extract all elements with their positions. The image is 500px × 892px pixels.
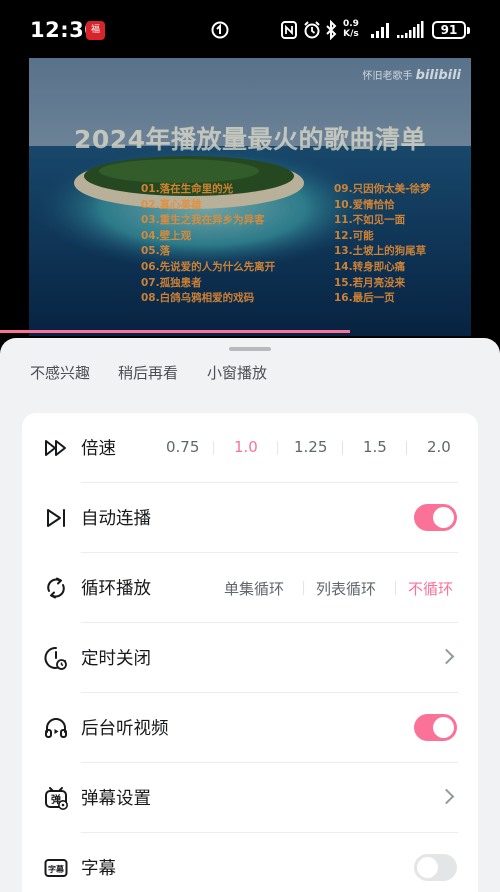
- loop-list-option[interactable]: 列表循环: [316, 578, 376, 599]
- song-list-item: 16.最后一页: [334, 292, 395, 305]
- song-list-item: 06.先说爱的人为什么先离开: [141, 260, 276, 273]
- sheet-drag-handle[interactable]: [229, 347, 271, 351]
- mini-window-button[interactable]: 小窗播放: [207, 362, 267, 383]
- song-list-item: 02.真心英雄: [141, 198, 202, 211]
- speed-option-1.5[interactable]: 1.5: [363, 438, 387, 456]
- battery-indicator: 91: [432, 21, 466, 39]
- row-autoplay: 自动连播: [22, 483, 478, 553]
- speed-option-1.25[interactable]: 1.25: [294, 438, 327, 456]
- video-frame[interactable]: 怀旧老歌手 bilibili 2024年播放量最火的歌曲清单 01.落在生命里的…: [29, 58, 471, 336]
- network-speed-value: 0.9: [343, 19, 359, 29]
- subtitle-label: 字幕: [81, 859, 116, 879]
- row-subtitle: 字幕 字幕: [22, 833, 478, 892]
- network-speed-unit: K/s: [343, 29, 359, 39]
- not-interested-button[interactable]: 不感兴趣: [30, 362, 90, 383]
- song-list-item: 07.孤独患者: [141, 276, 202, 289]
- loop-label: 循环播放: [81, 579, 151, 599]
- song-list-left: 01.落在生命里的光 02.真心英雄 03.重生之我在异乡为异客 04.壁上观 05.落…: [141, 182, 275, 307]
- song-list-item: 12.可能: [334, 229, 374, 242]
- status-bar: 12:30 福 0.9 K/s 91: [0, 0, 500, 58]
- loop-icon: [47, 577, 65, 599]
- video-player[interactable]: 怀旧老歌手 bilibili 2024年播放量最火的歌曲清单 01.落在生命里的…: [0, 58, 500, 338]
- divider: [342, 441, 343, 455]
- chevron-right-icon: [438, 648, 455, 665]
- song-list-item: 08.白鸽乌鸦相爱的戏码: [141, 292, 255, 305]
- sync-icon: [211, 21, 229, 39]
- loop-single-option[interactable]: 单集循环: [224, 578, 284, 599]
- video-overlay-title: 2024年播放量最火的歌曲清单: [73, 125, 427, 154]
- divider: [277, 441, 278, 455]
- song-list-item: 04.壁上观: [141, 229, 192, 242]
- subtitle-icon-text: 字幕: [48, 864, 65, 874]
- song-list-item: 05.落: [141, 245, 171, 258]
- song-list-item: 13.土坡上的狗尾草: [334, 245, 427, 258]
- alarm-icon: [304, 21, 320, 39]
- chevron-right-icon: [438, 788, 455, 805]
- loop-none-option[interactable]: 不循环: [408, 578, 453, 599]
- autoplay-label: 自动连播: [81, 509, 151, 529]
- subtitle-toggle[interactable]: [414, 854, 457, 881]
- watch-later-button[interactable]: 稍后再看: [118, 362, 178, 383]
- divider: [395, 581, 396, 595]
- divider: [406, 441, 407, 455]
- toggle-knob: [433, 717, 454, 738]
- speed-option-2.0[interactable]: 2.0: [427, 438, 451, 456]
- song-list-item: 01.落在生命里的光: [141, 183, 234, 195]
- song-list-right: 09.只因你太美-徐梦 10.爱情恰恰 11.不如见一面 12.可能 13.土坡上的狗尾…: [334, 182, 430, 307]
- toggle-knob: [433, 507, 454, 528]
- video-watermark: 怀旧老歌手 bilibili: [362, 67, 461, 83]
- fast-forward-icon: [45, 440, 66, 456]
- headphones-icon: [45, 718, 67, 738]
- video-progress-bar[interactable]: [0, 330, 350, 333]
- timer-clock-icon: [44, 646, 67, 670]
- watermark-uploader: 怀旧老歌手: [362, 71, 413, 82]
- row-danmaku-settings[interactable]: 弹 弹幕设置: [22, 763, 478, 833]
- skip-next-icon: [47, 509, 65, 527]
- background-play-label: 后台听视频: [81, 719, 169, 739]
- row-loop: 循环播放 单集循环 列表循环 不循环: [22, 553, 478, 623]
- song-list-item: 11.不如见一面: [334, 214, 406, 227]
- danmaku-settings-label: 弹幕设置: [81, 789, 151, 809]
- network-speed: 0.9 K/s: [343, 19, 359, 39]
- signal-icon-2: [397, 21, 424, 38]
- nfc-icon: [281, 21, 297, 39]
- song-list-item: 14.转身即心痛: [334, 260, 406, 273]
- divider: [303, 581, 304, 595]
- speed-label: 倍速: [81, 439, 116, 459]
- row-sleep-timer[interactable]: 定时关闭: [22, 623, 478, 693]
- row-playback-speed: 倍速 0.75 1.0 1.25 1.5 2.0: [22, 413, 478, 483]
- song-list-item: 10.爱情恰恰: [334, 198, 395, 211]
- song-list-item: 15.若月亮没来: [334, 276, 406, 289]
- app-notification-icon: 福: [86, 21, 105, 40]
- bilibili-logo: bilibili: [415, 68, 461, 83]
- row-background-play: 后台听视频: [22, 693, 478, 763]
- more-options-sheet: 不感兴趣 稍后再看 小窗播放 倍速 0.75 1.0 1.25 1.5 2.0: [0, 338, 500, 892]
- speed-option-0.75[interactable]: 0.75: [166, 438, 199, 456]
- divider: [213, 441, 214, 455]
- background-play-toggle[interactable]: [414, 714, 457, 741]
- subtitle-icon: 字幕: [44, 859, 68, 877]
- speed-option-1.0[interactable]: 1.0: [234, 438, 258, 456]
- danmaku-settings-icon: 弹: [45, 787, 68, 810]
- song-list-item: 03.重生之我在异乡为异客: [141, 214, 265, 227]
- autoplay-toggle[interactable]: [414, 504, 457, 531]
- bluetooth-icon: [326, 20, 337, 40]
- toggle-knob: [417, 857, 438, 878]
- signal-icon-1: [371, 23, 389, 38]
- song-list-item: 09.只因你太美-徐梦: [334, 183, 431, 195]
- sleep-timer-label: 定时关闭: [81, 649, 151, 669]
- battery-tip: [467, 27, 470, 34]
- settings-card: 倍速 0.75 1.0 1.25 1.5 2.0 自动连播 循环播放 单集循环 …: [22, 413, 478, 892]
